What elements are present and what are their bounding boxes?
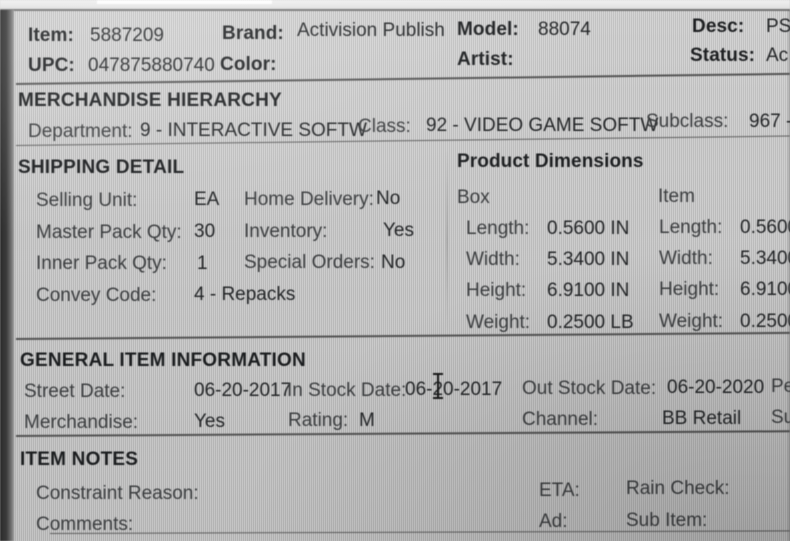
upc-label: UPC:	[28, 55, 75, 76]
rating-value[interactable]: M	[359, 411, 375, 430]
monitor-photo: Item: 5887209 Brand: Activision Publish …	[0, 0, 790, 541]
box-height-value[interactable]: 6.9100 IN	[547, 281, 629, 300]
brand-value[interactable]: Activision Publish	[297, 21, 445, 40]
model-label: Model:	[457, 19, 519, 40]
comments-label: Comments:	[36, 514, 134, 535]
window-title-nub	[97, 0, 272, 4]
item-length-value[interactable]: 0.5600 I	[740, 218, 790, 237]
in-stock-date-label: In Stock Date:	[287, 380, 407, 401]
home-delivery-label: Home Delivery:	[244, 189, 374, 210]
out-stock-date-label: Out Stock Date:	[522, 378, 657, 399]
item-width-label: Width:	[659, 248, 713, 269]
shipping-detail-title: SHIPPING DETAIL	[18, 157, 185, 178]
channel-label: Channel:	[522, 409, 599, 430]
master-pack-qty-label: Master Pack Qty:	[36, 222, 182, 243]
item-height-label: Height:	[659, 279, 720, 300]
convey-code-value[interactable]: 4 - Repacks	[194, 285, 295, 304]
merchandise-value[interactable]: Yes	[194, 412, 225, 431]
street-date-label: Street Date:	[24, 381, 126, 402]
ad-label: Ad:	[539, 511, 568, 532]
merchandise-hierarchy-title: MERCHANDISE HIERARCHY	[18, 90, 282, 111]
class-label: Class:	[358, 116, 411, 137]
artist-label: Artist:	[457, 49, 514, 70]
item-length-label: Length:	[659, 217, 723, 238]
inner-pack-qty-label: Inner Pack Qty:	[36, 253, 167, 274]
upc-value[interactable]: 047875880740	[88, 56, 215, 75]
class-value[interactable]: 92 - VIDEO GAME SOFTW	[426, 116, 658, 135]
item-detail-form: Item: 5887209 Brand: Activision Publish …	[14, 11, 790, 541]
special-orders-label: Special Orders:	[244, 252, 375, 273]
item-label: Item:	[28, 25, 74, 46]
constraint-reason-label: Constraint Reason:	[36, 483, 199, 504]
selling-unit-label: Selling Unit:	[36, 190, 138, 211]
text-cursor-icon	[433, 373, 443, 399]
convey-code-label: Convey Code:	[36, 285, 157, 306]
item-width-value[interactable]: 5.3400 I	[740, 249, 790, 268]
supplier-label-truncated: Su	[771, 407, 790, 428]
eta-label: ETA:	[539, 480, 580, 501]
item-height-value[interactable]: 6.9100 I	[740, 280, 790, 299]
box-width-value[interactable]: 5.3400 IN	[547, 250, 629, 269]
out-stock-date-value[interactable]: 06-20-2020	[667, 378, 764, 397]
percent-label-truncated: Per	[771, 376, 790, 397]
subclass-label: Subclass:	[646, 111, 729, 132]
item-notes-title: ITEM NOTES	[20, 449, 139, 470]
desc-label: Desc:	[692, 16, 745, 37]
item-weight-label: Weight:	[659, 311, 724, 332]
box-weight-value[interactable]: 0.2500 LB	[547, 313, 634, 332]
product-dimensions-title: Product Dimensions	[457, 151, 644, 172]
status-value[interactable]: Ac	[766, 46, 788, 65]
item-column-header: Item	[658, 186, 695, 207]
desc-value[interactable]: PS	[766, 17, 790, 36]
model-value[interactable]: 88074	[538, 20, 591, 39]
panel-divider-vertical	[446, 151, 448, 331]
master-pack-qty-value[interactable]: 30	[194, 222, 215, 241]
divider-shipping	[15, 331, 790, 340]
divider-notes	[49, 530, 790, 534]
inventory-value[interactable]: Yes	[383, 221, 414, 240]
monitor-left-bezel	[0, 10, 14, 541]
box-width-label: Width:	[466, 249, 520, 270]
rating-label: Rating:	[288, 410, 349, 431]
rain-check-label: Rain Check:	[626, 478, 730, 499]
sub-item-label: Sub Item:	[626, 510, 708, 531]
item-value[interactable]: 5887209	[90, 26, 164, 45]
box-height-label: Height:	[466, 280, 527, 301]
merchandise-label: Merchandise:	[24, 412, 139, 433]
status-label: Status:	[690, 45, 756, 66]
department-label: Department:	[28, 121, 133, 142]
box-length-label: Length:	[466, 218, 530, 239]
street-date-value[interactable]: 06-20-2017	[194, 381, 291, 400]
special-orders-value[interactable]: No	[381, 253, 405, 272]
box-column-header: Box	[457, 187, 490, 208]
item-weight-value[interactable]: 0.2500 L	[740, 312, 790, 331]
box-length-value[interactable]: 0.5600 IN	[547, 219, 629, 238]
brand-label: Brand:	[222, 23, 284, 44]
inner-pack-qty-value[interactable]: 1	[197, 254, 208, 273]
selling-unit-value[interactable]: EA	[194, 190, 219, 209]
home-delivery-value[interactable]: No	[376, 189, 400, 208]
general-item-information-title: GENERAL ITEM INFORMATION	[20, 350, 306, 371]
inventory-label: Inventory:	[244, 221, 328, 242]
channel-value[interactable]: BB Retail	[662, 409, 741, 428]
in-stock-date-value[interactable]: 06-20-2017	[405, 380, 502, 399]
box-weight-label: Weight:	[466, 312, 531, 333]
color-label: Color:	[220, 54, 277, 75]
subclass-value[interactable]: 967 -	[749, 112, 790, 131]
department-value[interactable]: 9 - INTERACTIVE SOFTW	[140, 121, 367, 140]
